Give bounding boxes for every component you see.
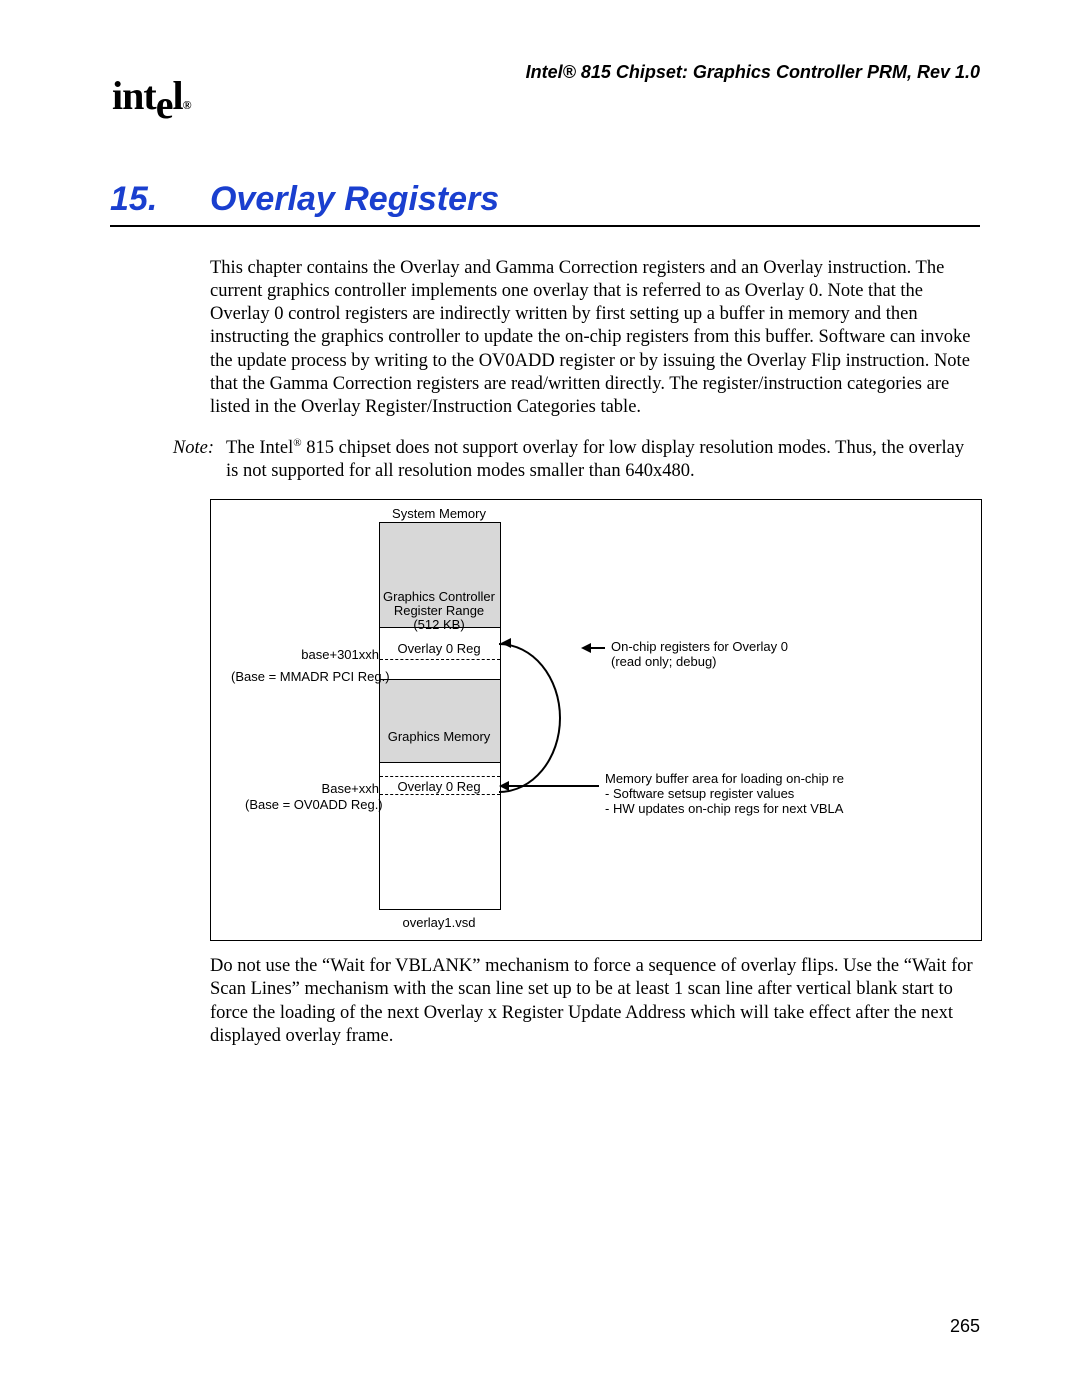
memory-map-figure: System Memory Graphics Controller Regist… bbox=[210, 499, 982, 941]
mem-seg-bottom bbox=[380, 795, 500, 909]
label-membuf-a: Memory buffer area for loading on-chip r… bbox=[605, 772, 844, 787]
note-post: 815 chipset does not support overlay for… bbox=[226, 438, 964, 481]
label-base-xxh: Base+xxh bbox=[315, 782, 379, 797]
note-block: Note: The Intel® 815 chipset does not su… bbox=[162, 437, 980, 483]
chapter-number: 15. bbox=[110, 180, 210, 219]
arrow-upper-head bbox=[501, 638, 511, 648]
chapter-heading: 15. Overlay Registers bbox=[110, 180, 980, 227]
label-base-301xxh: base+301xxh bbox=[299, 648, 379, 663]
label-membuf-b: - Software setsup register values bbox=[605, 787, 794, 802]
memory-column bbox=[379, 522, 501, 910]
note-body: The Intel® 815 chipset does not support … bbox=[226, 437, 980, 483]
arc-connection bbox=[499, 643, 561, 793]
label-system-memory: System Memory bbox=[379, 507, 499, 522]
mem-seg-gap bbox=[380, 660, 500, 680]
label-overlay0-upper: Overlay 0 Reg bbox=[379, 642, 499, 657]
label-overlay0-lower: Overlay 0 Reg bbox=[379, 780, 499, 795]
arrow-lower-head bbox=[499, 781, 509, 791]
label-gc-range-3: (512 KB) bbox=[379, 618, 499, 633]
mem-seg-mid bbox=[380, 680, 500, 763]
label-base-mmadr: (Base = MMADR PCI Reg.) bbox=[231, 670, 390, 685]
closing-paragraph: Do not use the “Wait for VBLANK” mechani… bbox=[210, 955, 980, 1048]
label-filename: overlay1.vsd bbox=[379, 916, 499, 931]
mem-seg-overlay0-reg-lower-top bbox=[380, 763, 500, 777]
note-label: Note: bbox=[162, 437, 226, 483]
running-header: Intel® 815 Chipset: Graphics Controller … bbox=[526, 62, 980, 83]
label-onchip-a: On-chip registers for Overlay 0 bbox=[611, 640, 788, 655]
label-membuf-c: - HW updates on-chip regs for next VBLA bbox=[605, 802, 843, 817]
arrow-lower-line bbox=[509, 785, 599, 787]
arrow-upper-head-2 bbox=[581, 643, 591, 653]
note-pre: The Intel bbox=[226, 438, 293, 458]
intro-paragraph: This chapter contains the Overlay and Ga… bbox=[210, 257, 980, 419]
label-base-ov0add: (Base = OV0ADD Reg.) bbox=[245, 798, 383, 813]
arrow-upper-line bbox=[591, 647, 605, 649]
label-onchip-b: (read only; debug) bbox=[611, 655, 717, 670]
page-number: 265 bbox=[950, 1316, 980, 1337]
chapter-title: Overlay Registers bbox=[210, 180, 499, 219]
intel-logo: intel® bbox=[112, 72, 191, 119]
label-graphics-memory: Graphics Memory bbox=[379, 730, 499, 745]
